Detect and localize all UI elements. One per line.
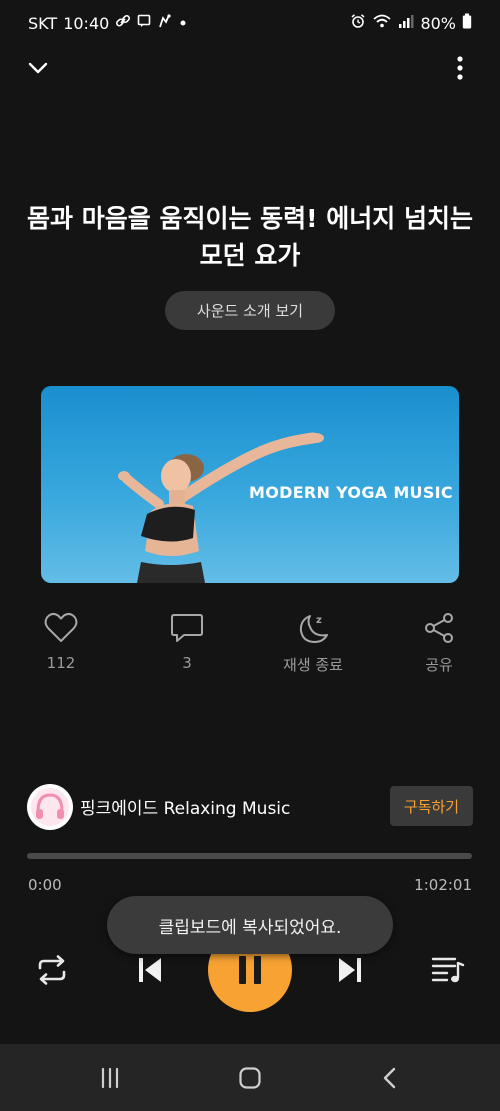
progress-bar[interactable] [27, 853, 472, 859]
total-time: 1:02:01 [414, 876, 472, 894]
subscribe-button[interactable]: 구독하기 [390, 786, 473, 826]
gesture-icon [157, 13, 173, 33]
sound-intro-button[interactable]: 사운드 소개 보기 [165, 291, 335, 330]
comment-button[interactable]: 3 [137, 608, 237, 672]
skip-previous-icon [139, 958, 161, 982]
wifi-icon [372, 13, 392, 33]
status-bar: SKT 10:40 80% [0, 0, 500, 46]
like-count: 112 [46, 654, 76, 672]
home-button[interactable] [230, 1058, 270, 1098]
system-nav-bar [0, 1044, 500, 1111]
channel-row: 핑크에이드 Relaxing Music 구독하기 [27, 782, 473, 830]
playlist-button[interactable] [426, 950, 470, 990]
banner-title: MODERN YOGA MUSIC [249, 483, 453, 502]
recents-button[interactable] [90, 1058, 130, 1098]
repeat-icon [38, 955, 66, 985]
sleep-timer-label: 재생 종료 [283, 656, 343, 674]
share-button[interactable]: 공유 [389, 608, 489, 675]
link-icon [115, 13, 131, 33]
track-title: 몸과 마음을 움직이는 동력! 에너지 넘치는 모던 요가 [27, 204, 473, 270]
clipboard-toast: 클립보드에 복사되었어요. [107, 896, 393, 954]
share-icon [422, 608, 456, 648]
previous-button[interactable] [130, 950, 170, 990]
status-left: SKT 10:40 [28, 13, 187, 33]
pause-icon [239, 956, 261, 984]
home-icon [239, 1067, 261, 1089]
playlist-icon [431, 957, 465, 983]
channel-avatar[interactable] [27, 784, 73, 830]
player-top-bar [0, 46, 500, 90]
clock: 10:40 [63, 13, 110, 33]
action-row: 112 3 z 재생 종료 공유 [0, 608, 500, 678]
back-icon [383, 1067, 396, 1089]
heart-icon [44, 608, 78, 648]
share-label: 공유 [425, 656, 453, 674]
recents-icon [101, 1067, 119, 1089]
dot-icon [179, 16, 187, 31]
repeat-button[interactable] [30, 950, 74, 990]
battery-icon [462, 13, 472, 33]
carrier: SKT [28, 13, 58, 33]
comment-count: 3 [182, 654, 192, 672]
chevron-down-icon[interactable] [22, 52, 54, 84]
alarm-icon [350, 13, 366, 33]
current-time: 0:00 [28, 876, 62, 894]
svg-text:z: z [316, 615, 322, 626]
headphones-icon [31, 788, 69, 826]
skip-next-icon [339, 958, 361, 982]
message-icon [137, 14, 151, 32]
status-right: 80% [350, 13, 472, 33]
next-button[interactable] [330, 950, 370, 990]
back-button[interactable] [370, 1058, 410, 1098]
more-vertical-icon[interactable] [444, 52, 476, 84]
like-button[interactable]: 112 [11, 608, 111, 672]
battery-text: 80% [420, 13, 456, 33]
sleep-timer-icon: z [296, 608, 330, 648]
signal-icon [398, 13, 414, 33]
comment-icon [170, 608, 204, 648]
channel-name[interactable]: 핑크에이드 Relaxing Music [80, 794, 290, 819]
sleep-timer-button[interactable]: z 재생 종료 [263, 608, 363, 675]
album-artwork: MODERN YOGA MUSIC [41, 386, 459, 583]
